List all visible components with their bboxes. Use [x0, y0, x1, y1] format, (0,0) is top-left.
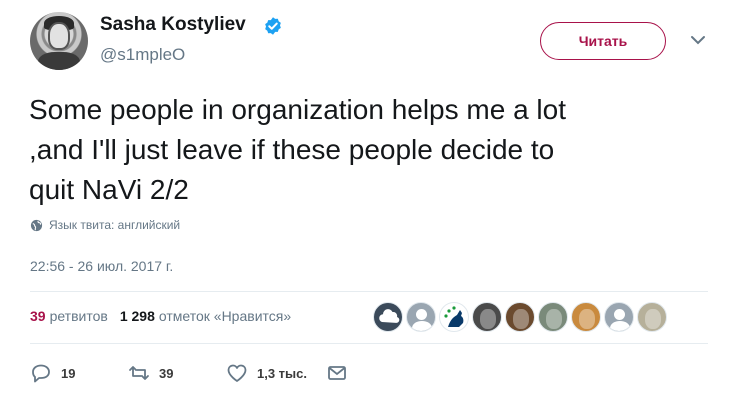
tweet-line: ,and I'll just leave if these people dec… — [29, 134, 555, 165]
tweet-language: Язык твита: английский — [30, 218, 180, 232]
tweet-actions: 19 39 1,3 тыс. — [30, 363, 348, 383]
horse-icon — [444, 306, 464, 327]
retweets-label[interactable]: ретвитов — [50, 308, 108, 324]
likers-avatars — [373, 302, 667, 332]
retweet-button[interactable]: 39 — [128, 363, 226, 383]
photo-avatar[interactable] — [472, 302, 502, 332]
default-avatar-head — [614, 309, 625, 320]
cloud-icon — [379, 309, 400, 323]
retweets-count[interactable]: 39 — [30, 308, 46, 324]
avatar-photo-shape — [546, 309, 562, 329]
tweet-stats: 39 ретвитов 1 298 отметок «Нравится» — [30, 308, 303, 324]
reply-icon — [32, 364, 50, 383]
likes-count[interactable]: 1 298 — [120, 308, 155, 324]
default-avatar[interactable] — [604, 302, 634, 332]
like-count: 1,3 тыс. — [257, 365, 307, 381]
follow-button[interactable]: Читать — [540, 22, 666, 60]
retweet-count: 39 — [159, 365, 174, 381]
avatar-body — [38, 52, 80, 70]
language-label: Язык твита: английский — [49, 218, 181, 232]
photo-avatar[interactable] — [505, 302, 535, 332]
user-name[interactable]: Sasha Kostyliev — [100, 14, 246, 36]
tweet-timestamp[interactable]: 22:56 - 26 июл. 2017 г. — [30, 258, 173, 274]
globe-icon — [30, 219, 43, 231]
divider — [30, 343, 708, 344]
avatar-photo-shape — [645, 309, 661, 329]
envelope-icon — [328, 366, 346, 380]
avatar-photo-shape — [480, 309, 496, 329]
default-avatar-shoulders — [610, 321, 630, 331]
photo-avatar[interactable] — [637, 302, 667, 332]
verified-badge-icon — [265, 17, 281, 35]
likes-label[interactable]: отметок «Нравится» — [159, 308, 291, 324]
cloud9-avatar[interactable] — [373, 302, 403, 332]
reply-count: 19 — [61, 365, 76, 381]
retweet-icon — [129, 366, 149, 380]
avatar-face — [48, 22, 70, 50]
avatar-photo-shape — [513, 309, 529, 329]
team-liquid-avatar[interactable] — [439, 302, 469, 332]
user-handle[interactable]: @s1mpleO — [100, 45, 185, 65]
chevron-down-icon[interactable] — [690, 34, 706, 46]
tweet-text: Some people in organization helps me a l… — [29, 90, 709, 210]
divider — [30, 291, 708, 292]
default-avatar-head — [416, 309, 427, 320]
tweet-line: quit NaVi 2/2 — [29, 174, 189, 205]
default-avatar-shoulders — [412, 321, 432, 331]
avatar[interactable] — [30, 12, 88, 70]
direct-message-button[interactable] — [326, 363, 348, 383]
anime-avatar[interactable] — [571, 302, 601, 332]
reply-button[interactable]: 19 — [30, 363, 128, 383]
photo-avatar[interactable] — [538, 302, 568, 332]
heart-icon — [227, 364, 247, 382]
avatar-photo-shape — [579, 309, 595, 329]
like-button[interactable]: 1,3 тыс. — [226, 363, 326, 383]
default-avatar[interactable] — [406, 302, 436, 332]
tweet-line: Some people in organization helps me a l… — [29, 94, 567, 125]
